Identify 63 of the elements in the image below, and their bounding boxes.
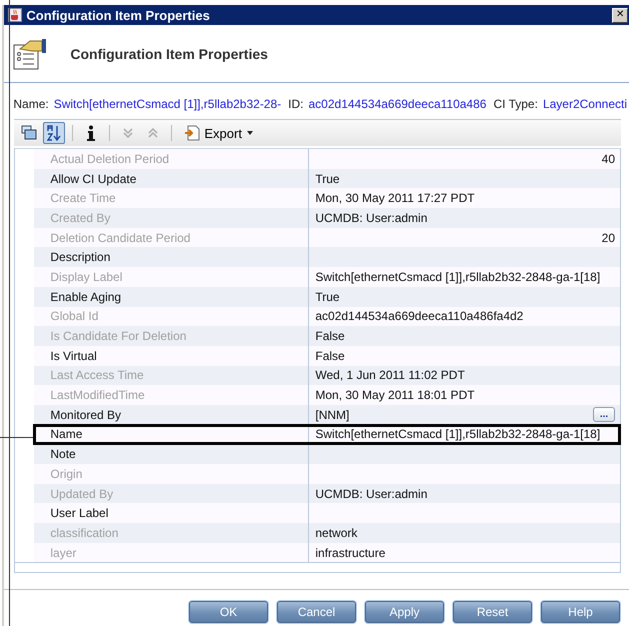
property-name: Display Label: [50, 270, 122, 284]
field-label: CI Type:: [493, 97, 538, 111]
property-value: UCMDB: User:admin: [315, 210, 428, 225]
cancel-button[interactable]: Cancel: [277, 601, 356, 624]
property-value: [NNM]: [315, 408, 350, 422]
info-icon: [87, 125, 96, 141]
dialog-heading: Configuration Item Properties: [70, 46, 268, 62]
property-name: Actual Deletion Period: [50, 152, 170, 166]
property-name: Deletion Candidate Period: [50, 230, 190, 245]
field-value: ac02d144534a669deeca110a486: [308, 97, 486, 111]
property-name: Created By: [50, 210, 110, 225]
help-button[interactable]: Help: [541, 601, 620, 624]
property-name: Updated By: [50, 486, 114, 501]
field-label: ID:: [288, 97, 304, 111]
cup-icon: [8, 8, 22, 22]
property-value: Wed, 1 Jun 2011 11:02 PDT: [315, 368, 465, 382]
export-button[interactable]: Export: [179, 122, 259, 144]
property-name: Is Candidate For Deletion: [50, 329, 186, 344]
ok-button[interactable]: OK: [189, 601, 268, 624]
export-icon: [184, 125, 200, 141]
close-button[interactable]: ✕: [612, 8, 628, 22]
property-name: Last Access Time: [50, 368, 144, 382]
property-value: Mon, 30 May 2011 17:27 PDT: [315, 191, 475, 206]
property-name: classification: [50, 526, 118, 540]
property-value: True: [315, 290, 340, 304]
property-value: UCMDB: User:admin: [315, 486, 428, 501]
property-value: Switch[ethernetCsmacd [1]],r5llab2b32-2848-ga-1[18]: [315, 427, 600, 442]
apply-button[interactable]: Apply: [365, 601, 444, 624]
property-value: False: [315, 329, 345, 344]
property-value: False: [315, 348, 345, 363]
caret-icon: [246, 130, 254, 136]
property-name: layer: [50, 546, 76, 560]
property-name: LastModifiedTime: [50, 388, 145, 402]
property-value: ac02d144534a669deeca110a486fa4d2: [315, 309, 524, 324]
reset-button[interactable]: Reset: [453, 601, 532, 624]
property-name: Enable Aging: [50, 290, 122, 304]
double-chevron-down-icon: [122, 127, 134, 139]
property-value: 40: [602, 152, 615, 166]
sort-icon: [46, 124, 62, 142]
browse-button[interactable]: ...: [593, 407, 615, 422]
property-name: Global Id: [50, 309, 98, 324]
property-value: network: [315, 526, 358, 540]
field-value: Layer2Connecti: [542, 97, 627, 111]
property-name: Monitored By: [50, 408, 122, 422]
property-value: 20: [602, 230, 615, 245]
property-value: infrastructure: [315, 546, 386, 560]
property-name: Name: [50, 427, 82, 442]
property-value: Mon, 30 May 2011 18:01 PDT: [315, 388, 475, 402]
field-label: Name:: [13, 97, 49, 111]
sort-alphabetical-button[interactable]: [43, 122, 66, 144]
field-value: Switch[ethernetCsmacd [1]],r5llab2b32-28-: [54, 97, 282, 111]
property-name: Origin: [50, 466, 82, 481]
double-chevron-up-icon: [147, 127, 160, 139]
windows-icon: [21, 125, 38, 141]
property-value: True: [315, 172, 340, 186]
property-name: Note: [50, 447, 76, 462]
property-name: Create Time: [50, 191, 116, 206]
property-name: Description: [50, 250, 110, 264]
property-name: Allow CI Update: [50, 172, 136, 186]
property-value: Switch[ethernetCsmacd [1]],r5llab2b32-2848-ga-1[18]: [315, 270, 600, 284]
property-name: Is Virtual: [50, 348, 97, 363]
window-title: Configuration Item Properties: [26, 8, 211, 22]
property-name: User Label: [50, 506, 108, 520]
